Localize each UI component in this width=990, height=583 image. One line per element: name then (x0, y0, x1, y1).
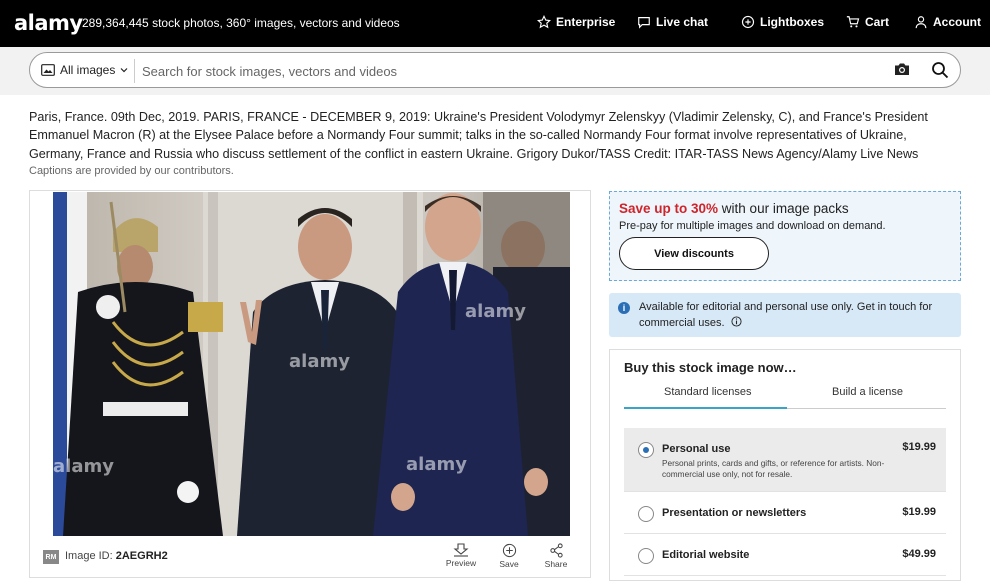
category-dropdown[interactable]: All images (41, 63, 128, 77)
radio-personal-use[interactable] (638, 442, 654, 458)
watermark-lower: alamy (406, 454, 467, 475)
buy-panel: Buy this stock image now… Standard licen… (609, 349, 961, 581)
search-divider (134, 59, 135, 83)
active-tab-indicator (624, 407, 787, 409)
license-option-presentation[interactable]: Presentation or newsletters $19.99 (624, 493, 946, 534)
watermark-right: alamy (465, 301, 526, 322)
nav-cart-label: Cart (865, 15, 890, 29)
promo-subtitle: Pre-pay for multiple images and download… (619, 220, 886, 232)
photo-illustration: alamy alamy alamy alamy (53, 192, 570, 536)
nav-lightboxes[interactable]: Lightboxes (741, 15, 824, 29)
promo-title: Save up to 30% with our image packs (619, 201, 849, 216)
category-dropdown-label: All images (60, 63, 116, 77)
radio-editorial-website[interactable] (638, 548, 654, 564)
share-button[interactable]: Share (536, 543, 576, 569)
chevron-down-icon (120, 68, 128, 73)
preview-button[interactable]: Preview (441, 543, 481, 568)
image-footer: RM Image ID: 2AEGRH2 Preview Save Share (30, 537, 590, 577)
image-caption: Paris, France. 09th Dec, 2019. PARIS, FR… (29, 110, 928, 161)
plus-circle-icon (741, 15, 755, 29)
buy-title: Buy this stock image now… (624, 360, 797, 375)
watermark-left: alamy (53, 456, 114, 477)
license-info-text: Available for editorial and personal use… (639, 300, 949, 331)
nav-cart[interactable]: Cart (846, 15, 889, 29)
nav-lightboxes-label: Lightboxes (760, 15, 825, 29)
image-icon (41, 64, 55, 76)
license-option-personal[interactable]: Personal use $19.99 Personal prints, car… (624, 428, 946, 492)
promo-highlight: Save up to 30% (619, 201, 719, 216)
option-name: Editorial website (662, 549, 750, 561)
nav-live-chat-label: Live chat (656, 15, 709, 29)
image-id: Image ID: 2AEGRH2 (65, 550, 168, 562)
share-icon (549, 543, 563, 558)
radio-presentation[interactable] (638, 506, 654, 522)
option-name: Personal use (662, 443, 731, 455)
image-panel: alamy alamy alamy alamy RM Image ID: 2AE… (29, 190, 591, 578)
watermark-center: alamy (289, 351, 350, 372)
tab-standard-licenses[interactable]: Standard licenses (664, 386, 751, 398)
nav-enterprise[interactable]: Enterprise (537, 15, 615, 29)
plus-circle-icon (502, 543, 516, 558)
license-info-message: Available for editorial and personal use… (639, 301, 933, 329)
option-price: $49.99 (902, 548, 936, 560)
stock-count-text: 289,364,445 stock photos, 360° images, v… (82, 16, 400, 30)
image-pack-promo: Save up to 30% with our image packs Pre-… (609, 191, 961, 281)
cart-icon (846, 16, 860, 28)
tab-build-license[interactable]: Build a license (832, 386, 903, 398)
preview-label: Preview (445, 558, 477, 568)
alamy-logo[interactable]: alamy (14, 11, 83, 35)
top-bar: alamy 289,364,445 stock photos, 360° ima… (0, 0, 990, 47)
stock-photo[interactable]: alamy alamy alamy alamy (53, 192, 570, 536)
license-option-editorial-website[interactable]: Editorial website $49.99 (624, 535, 946, 576)
share-label: Share (544, 559, 568, 569)
preview-icon (453, 543, 469, 557)
save-button[interactable]: Save (489, 543, 529, 569)
save-label: Save (499, 559, 519, 569)
rm-badge: RM (43, 550, 59, 564)
search-input[interactable] (142, 60, 882, 82)
nav-enterprise-label: Enterprise (556, 15, 616, 29)
nav-account-label: Account (933, 15, 981, 29)
option-description: Personal prints, cards and gifts, or ref… (662, 458, 885, 479)
search-area: All images (0, 47, 990, 95)
nav-live-chat[interactable]: Live chat (637, 15, 708, 29)
option-price: $19.99 (902, 506, 936, 518)
camera-search-icon[interactable] (894, 62, 910, 81)
search-bar: All images (29, 52, 961, 88)
chat-bubble-icon (638, 17, 650, 29)
star-icon (537, 15, 551, 29)
nav-account[interactable]: Account (914, 15, 981, 29)
option-price: $19.99 (902, 441, 936, 453)
search-icon[interactable] (931, 61, 949, 84)
option-name: Presentation or newsletters (662, 507, 807, 519)
promo-title-rest: with our image packs (718, 201, 849, 216)
person-icon (915, 16, 927, 29)
info-circle-icon[interactable] (731, 315, 742, 327)
license-info-box: i Available for editorial and personal u… (609, 293, 961, 337)
caption-note: Captions are provided by our contributor… (29, 165, 234, 177)
image-id-value: 2AEGRH2 (115, 550, 168, 562)
info-icon: i (618, 302, 630, 314)
image-id-label: Image ID: (65, 550, 113, 562)
view-discounts-button[interactable]: View discounts (619, 237, 769, 270)
